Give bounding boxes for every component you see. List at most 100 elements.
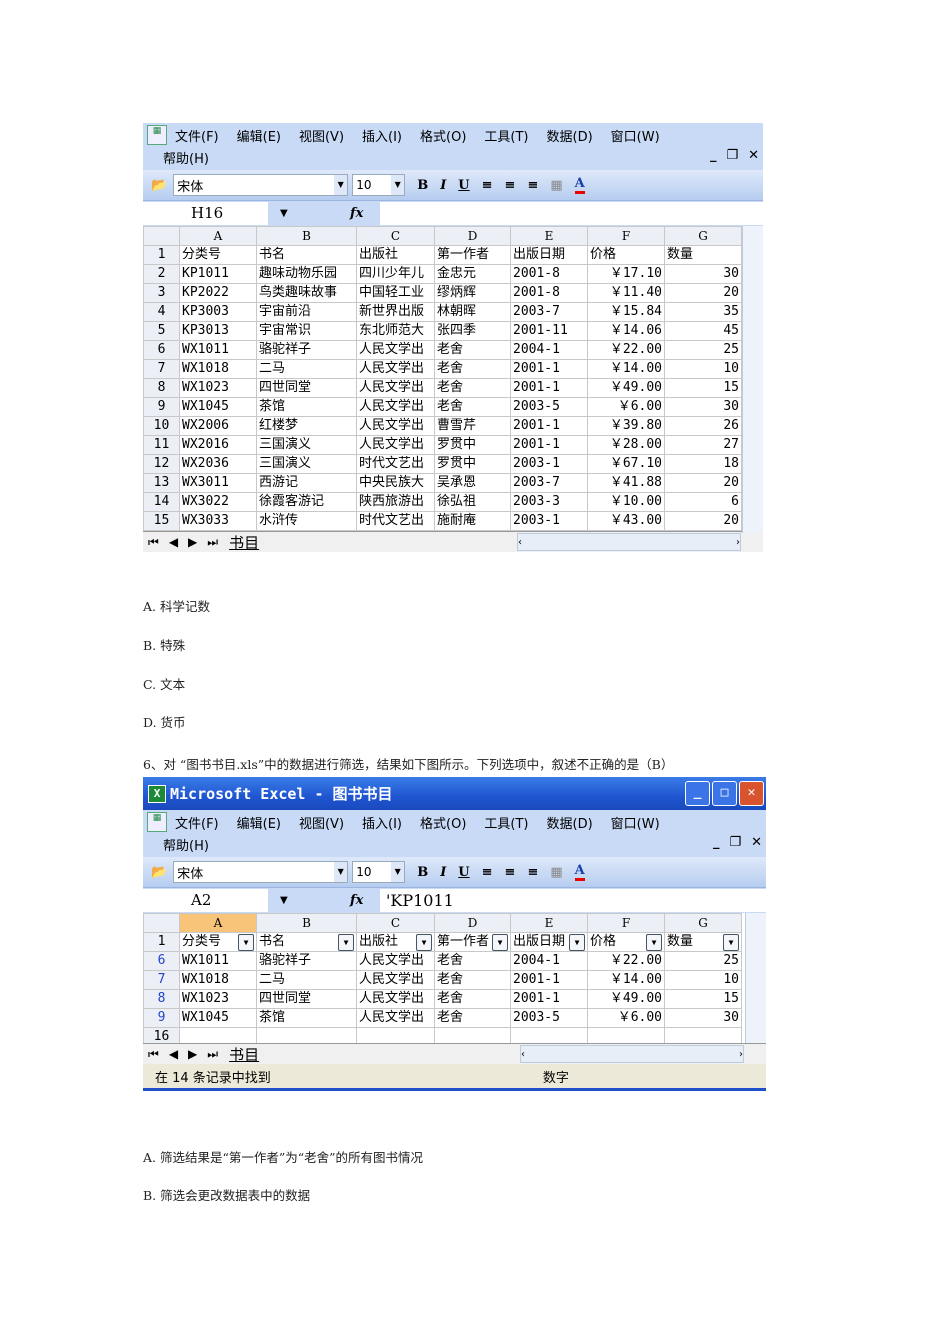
column-header[interactable]: E bbox=[510, 913, 588, 933]
borders-icon[interactable]: ▦ bbox=[550, 178, 562, 193]
close-icon[interactable]: ✕ bbox=[748, 148, 759, 163]
cell[interactable]: 二马 bbox=[256, 359, 357, 379]
cell[interactable]: 鸟类趣味故事 bbox=[256, 283, 357, 303]
next-sheet-icon[interactable]: ▶ bbox=[183, 535, 202, 549]
cell[interactable]: ▼ 数量 bbox=[664, 932, 742, 952]
cell[interactable] bbox=[256, 1027, 357, 1043]
cell[interactable]: ￥67.10 bbox=[587, 454, 665, 474]
minimize-icon[interactable]: _ bbox=[710, 148, 717, 163]
cell[interactable]: 老舍 bbox=[434, 1008, 511, 1028]
cell[interactable]: ▼ 出版日期 bbox=[510, 932, 588, 952]
row-header[interactable]: 1 bbox=[143, 245, 180, 265]
first-sheet-icon[interactable]: ⏮ bbox=[143, 1047, 164, 1062]
align-center-icon[interactable]: ≡ bbox=[505, 865, 516, 880]
menu-item[interactable]: 窗口(W) bbox=[611, 817, 660, 832]
formula-input[interactable]: 'KP1011 bbox=[380, 889, 766, 912]
row-header[interactable]: 15 bbox=[143, 511, 180, 531]
close-button[interactable]: ✕ bbox=[739, 781, 764, 806]
column-header[interactable]: A bbox=[179, 226, 257, 246]
cell[interactable]: 罗贯中 bbox=[434, 435, 511, 455]
function-icon[interactable]: fx bbox=[350, 206, 380, 221]
cell[interactable] bbox=[434, 1027, 511, 1043]
sheet-tab[interactable]: 书目 bbox=[229, 1044, 259, 1065]
menu-item[interactable]: 工具(T) bbox=[484, 130, 528, 145]
cell[interactable]: 6 bbox=[664, 492, 742, 512]
autofilter-dropdown-icon[interactable]: ▼ bbox=[569, 934, 585, 951]
column-header[interactable]: G bbox=[664, 913, 742, 933]
horizontal-scrollbar[interactable]: ‹ › bbox=[517, 533, 741, 551]
cell[interactable]: 18 bbox=[664, 454, 742, 474]
row-header[interactable]: 7 bbox=[143, 970, 180, 990]
align-center-icon[interactable]: ≡ bbox=[505, 178, 516, 193]
cell[interactable]: 老舍 bbox=[434, 989, 511, 1009]
cell[interactable]: 吴承恩 bbox=[434, 473, 511, 493]
row-header[interactable]: 9 bbox=[143, 1008, 180, 1028]
cell[interactable]: 2001-1 bbox=[510, 378, 588, 398]
cell[interactable]: 45 bbox=[664, 321, 742, 341]
menu-item[interactable]: 插入(I) bbox=[362, 817, 402, 832]
cell[interactable]: ▼ 出版社 bbox=[356, 932, 435, 952]
open-folder-icon[interactable]: 📂 bbox=[151, 865, 167, 880]
font-size-select[interactable]: 10 ▼ bbox=[352, 174, 406, 196]
align-right-icon[interactable]: ≡ bbox=[527, 178, 538, 193]
cell[interactable]: 26 bbox=[664, 416, 742, 436]
last-sheet-icon[interactable]: ⏭ bbox=[202, 535, 223, 550]
cell[interactable] bbox=[356, 1027, 435, 1043]
cell[interactable]: 茶馆 bbox=[256, 397, 357, 417]
align-left-icon[interactable]: ≡ bbox=[482, 178, 493, 193]
cell[interactable]: ￥14.00 bbox=[587, 359, 665, 379]
restore-icon[interactable]: ❐ bbox=[726, 148, 738, 163]
autofilter-dropdown-icon[interactable]: ▼ bbox=[723, 934, 739, 951]
cell[interactable]: 罗贯中 bbox=[434, 454, 511, 474]
cell[interactable]: ▼ 价格 bbox=[587, 932, 665, 952]
row-header[interactable]: 1 bbox=[143, 932, 180, 952]
cell[interactable]: ▼ 书名 bbox=[256, 932, 357, 952]
cell[interactable]: 2004-1 bbox=[510, 951, 588, 971]
menu-item[interactable]: 格式(O) bbox=[420, 130, 466, 145]
cell[interactable] bbox=[664, 1027, 742, 1043]
cell[interactable]: 老舍 bbox=[434, 340, 511, 360]
menu-item[interactable]: 文件(F) bbox=[175, 817, 219, 832]
cell[interactable]: 人民文学出 bbox=[356, 378, 435, 398]
cell[interactable]: 老舍 bbox=[434, 359, 511, 379]
cell[interactable]: KP2022 bbox=[179, 283, 257, 303]
cell[interactable]: 10 bbox=[664, 970, 742, 990]
menu-item[interactable]: 编辑(E) bbox=[237, 130, 281, 145]
cell[interactable]: 宇宙常识 bbox=[256, 321, 357, 341]
autofilter-dropdown-icon[interactable]: ▼ bbox=[492, 934, 508, 951]
cell[interactable]: 2001-11 bbox=[510, 321, 588, 341]
cell[interactable]: WX3011 bbox=[179, 473, 257, 493]
cell[interactable]: 人民文学出 bbox=[356, 989, 435, 1009]
cell[interactable]: WX1023 bbox=[179, 989, 257, 1009]
formula-input[interactable] bbox=[380, 202, 763, 225]
select-all-corner[interactable] bbox=[143, 913, 180, 933]
cell[interactable]: WX1045 bbox=[179, 1008, 257, 1028]
menu-item[interactable]: 插入(I) bbox=[362, 130, 402, 145]
cell[interactable]: 陕西旅游出 bbox=[356, 492, 435, 512]
cell[interactable]: WX2016 bbox=[179, 435, 257, 455]
menu-item[interactable]: 工具(T) bbox=[484, 817, 528, 832]
cell[interactable]: 人民文学出 bbox=[356, 340, 435, 360]
bold-button[interactable]: B bbox=[417, 865, 428, 880]
cell[interactable]: WX1018 bbox=[179, 970, 257, 990]
cell[interactable]: 25 bbox=[664, 951, 742, 971]
font-name-select[interactable]: 宋体 ▼ bbox=[173, 174, 349, 196]
cell[interactable]: 骆驼祥子 bbox=[256, 340, 357, 360]
cell[interactable]: 三国演义 bbox=[256, 435, 357, 455]
cell[interactable]: 林朝晖 bbox=[434, 302, 511, 322]
cell[interactable] bbox=[587, 1027, 665, 1043]
column-header[interactable]: C bbox=[356, 913, 435, 933]
cell[interactable]: 老舍 bbox=[434, 970, 511, 990]
cell[interactable]: ￥10.00 bbox=[587, 492, 665, 512]
prev-sheet-icon[interactable]: ◀ bbox=[164, 535, 183, 549]
cell[interactable] bbox=[179, 1027, 257, 1043]
cell[interactable]: 2001-1 bbox=[510, 989, 588, 1009]
column-header[interactable]: E bbox=[510, 226, 588, 246]
row-header[interactable]: 16 bbox=[143, 1027, 180, 1043]
vertical-scrollbar[interactable] bbox=[742, 226, 763, 533]
cell[interactable]: WX1018 bbox=[179, 359, 257, 379]
row-header[interactable]: 8 bbox=[143, 378, 180, 398]
last-sheet-icon[interactable]: ⏭ bbox=[202, 1047, 223, 1062]
cell[interactable]: 老舍 bbox=[434, 397, 511, 417]
row-header[interactable]: 10 bbox=[143, 416, 180, 436]
